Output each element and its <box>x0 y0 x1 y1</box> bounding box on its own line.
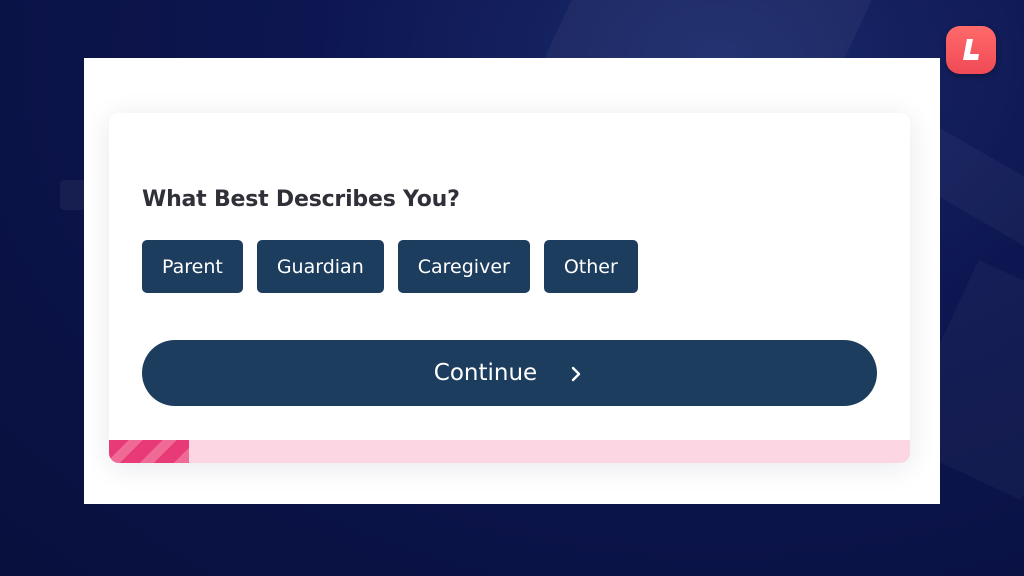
question-title: What Best Describes You? <box>142 187 460 212</box>
option-other-button[interactable]: Other <box>543 240 638 293</box>
content-frame: What Best Describes You? Parent Guardian… <box>84 58 940 504</box>
continue-button[interactable]: Continue <box>142 340 877 406</box>
progress-bar-fill <box>109 440 190 463</box>
option-parent-button[interactable]: Parent <box>142 240 243 293</box>
brand-logo <box>946 26 996 74</box>
option-group: Parent Guardian Caregiver Other <box>142 240 638 293</box>
option-caregiver-button[interactable]: Caregiver <box>397 240 530 293</box>
continue-label: Continue <box>433 360 538 386</box>
progress-bar <box>109 440 910 463</box>
letter-l-logo-icon <box>963 39 979 60</box>
chevron-right-icon <box>572 366 581 381</box>
question-card: What Best Describes You? Parent Guardian… <box>109 113 910 463</box>
option-guardian-button[interactable]: Guardian <box>256 240 384 293</box>
